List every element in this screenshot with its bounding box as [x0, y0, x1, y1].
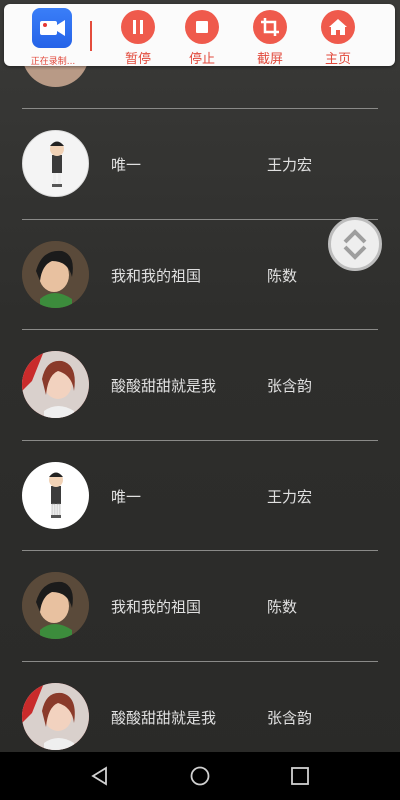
- floating-scroll-button[interactable]: [328, 217, 382, 271]
- artist-name: 陈数: [267, 267, 298, 285]
- pause-label: 暂停: [124, 52, 151, 67]
- recorder-app-button[interactable]: 正在录制...: [22, 6, 84, 68]
- back-icon[interactable]: [89, 765, 111, 787]
- recent-apps-icon[interactable]: [289, 765, 311, 787]
- pause-button[interactable]: 暂停: [108, 8, 168, 67]
- stop-icon: [185, 10, 219, 44]
- stop-label: 停止: [188, 52, 215, 67]
- recording-status-text: 正在录制...: [30, 57, 76, 67]
- avatar: [22, 572, 89, 639]
- avatar: [22, 683, 89, 750]
- navigation-bar: [0, 752, 400, 800]
- avatar: [22, 130, 89, 197]
- stop-button[interactable]: 停止: [172, 8, 232, 67]
- song-title: 我和我的祖国: [111, 598, 202, 616]
- list-item[interactable]: 唯一 王力宏: [0, 440, 400, 550]
- toolbar-divider: [90, 21, 92, 51]
- song-title: 酸酸甜甜就是我: [111, 709, 217, 727]
- avatar: [22, 351, 89, 418]
- list-item[interactable]: 我和我的祖国 陈数: [0, 550, 400, 660]
- artist-name: 王力宏: [267, 488, 313, 506]
- screenshot-label: 截屏: [256, 52, 283, 67]
- avatar: [22, 241, 89, 308]
- artist-name: 张含韵: [267, 377, 313, 395]
- avatar: [22, 462, 89, 529]
- video-camera-icon: [32, 8, 72, 48]
- artist-name: 王力宏: [267, 156, 313, 174]
- song-title: 我和我的祖国: [111, 267, 202, 285]
- song-title: 酸酸甜甜就是我: [111, 377, 217, 395]
- home-circle-icon[interactable]: [189, 765, 211, 787]
- home-button[interactable]: 主页: [308, 8, 368, 67]
- home-icon: [321, 10, 355, 44]
- list-item[interactable]: 酸酸甜甜就是我 张含韵: [0, 329, 400, 439]
- song-title: 唯一: [111, 488, 142, 506]
- song-title: 唯一: [111, 156, 142, 174]
- artist-name: 陈数: [267, 598, 298, 616]
- artist-name: 张含韵: [267, 709, 313, 727]
- pause-icon: [121, 10, 155, 44]
- screen-recorder-toolbar: 正在录制... 暂停 停止 截屏 主页: [4, 4, 395, 68]
- crop-icon: [253, 10, 287, 44]
- expand-collapse-icon: [343, 229, 367, 260]
- home-label: 主页: [324, 52, 351, 67]
- list-item[interactable]: 唯一 王力宏: [0, 108, 400, 218]
- screenshot-button[interactable]: 截屏: [240, 8, 300, 67]
